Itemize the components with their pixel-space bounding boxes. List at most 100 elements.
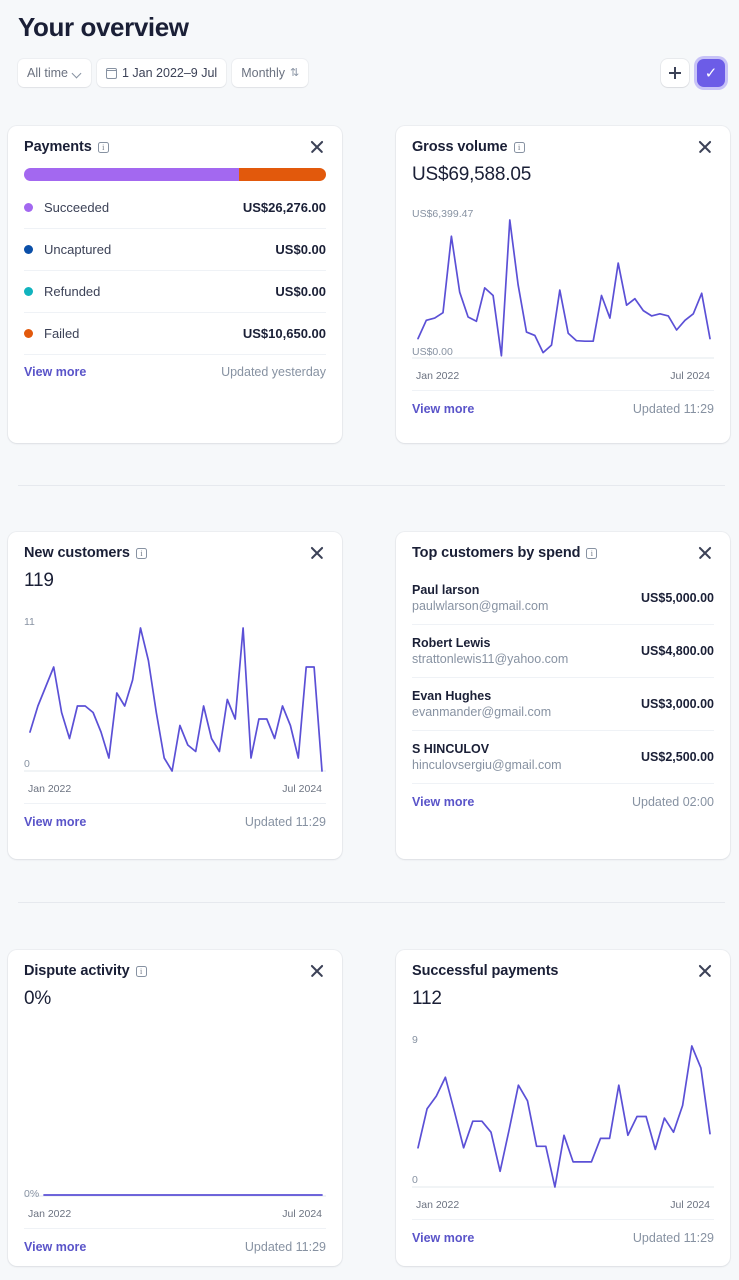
confirm-layout-button[interactable]: ✓ <box>697 59 725 87</box>
info-icon[interactable]: i <box>97 141 109 153</box>
status-dot-succeeded <box>24 203 33 212</box>
card-new-customers-title: New customers i <box>24 545 147 561</box>
x-axis-end-label: Jul 2024 <box>670 370 710 382</box>
card-top-customers-footer: View more Updated 02:00 <box>412 784 714 809</box>
card-top-customers-header: Top customers by spend i <box>412 545 714 562</box>
dashboard-page: Your overview All time 1 Jan 2022–9 Jul … <box>0 0 739 1280</box>
card-row-2: New customers i 119 11 0 Jan 2022 Jul 20… <box>8 532 731 859</box>
customer-email: strattonlewis11@yahoo.com <box>412 652 569 666</box>
close-icon[interactable] <box>308 544 326 562</box>
legend-left: Failed <box>24 326 79 341</box>
check-icon: ✓ <box>704 65 718 82</box>
customer-email: evanmander@gmail.com <box>412 705 552 719</box>
close-icon[interactable] <box>308 138 326 156</box>
card-gross-volume-title: Gross volume i <box>412 139 525 155</box>
legend-amount: US$0.00 <box>275 284 326 299</box>
list-item[interactable]: Evan Hughes evanmander@gmail.com US$3,00… <box>412 678 714 731</box>
customer-name: Robert Lewis <box>412 636 491 650</box>
status-dot-refunded <box>24 287 33 296</box>
gross-volume-sparkline <box>412 219 714 359</box>
card-dispute-activity: Dispute activity i 0% 0% Jan 2022 Jul 20… <box>8 950 342 1266</box>
dispute-activity-sparkline <box>24 1194 326 1197</box>
card-new-customers-header: New customers i <box>24 545 326 562</box>
y-axis-max-label: 11 <box>24 616 35 628</box>
list-item[interactable]: Paul larson paulwlarson@gmail.com US$5,0… <box>412 572 714 625</box>
x-axis-start-label: Jan 2022 <box>416 1199 460 1211</box>
customer-info: Evan Hughes evanmander@gmail.com <box>412 689 551 719</box>
view-more-link[interactable]: View more <box>24 1240 86 1254</box>
info-icon[interactable]: i <box>513 141 525 153</box>
successful-payments-chart: 9 0 Jan 2022 Jul 2024 <box>412 1034 714 1211</box>
gross-volume-value: US$69,588.05 <box>412 164 532 185</box>
toolbar: All time 1 Jan 2022–9 Jul Monthly ⇅ ✓ <box>18 59 725 89</box>
legend-amount: US$10,650.00 <box>242 326 326 341</box>
card-row-1: Payments i Succeeded US$26,276.00 Uncapt… <box>8 126 731 443</box>
x-axis-end-label: Jul 2024 <box>670 1199 710 1211</box>
section-divider <box>18 902 725 903</box>
updated-label: Updated 11:29 <box>244 1240 326 1254</box>
customer-name: Paul larson <box>412 583 480 597</box>
legend-row[interactable]: Succeeded US$26,276.00 <box>24 187 326 229</box>
info-icon[interactable]: i <box>135 547 147 559</box>
info-icon[interactable]: i <box>135 965 147 977</box>
card-top-customers: Top customers by spend i Paul larson pau… <box>396 532 730 859</box>
close-icon[interactable] <box>308 962 326 980</box>
legend-left: Uncaptured <box>24 242 111 257</box>
legend-label: Refunded <box>44 284 101 299</box>
list-item[interactable]: S HINCULOV hinculovsergiu@gmail.com US$2… <box>412 731 714 784</box>
filter-all-time[interactable]: All time <box>18 59 91 87</box>
payments-legend: Succeeded US$26,276.00 Uncaptured US$0.0… <box>24 187 326 355</box>
card-payments-title-text: Payments <box>24 139 92 155</box>
toolbar-actions: ✓ <box>661 59 725 87</box>
close-icon[interactable] <box>696 138 714 156</box>
view-more-link[interactable]: View more <box>412 795 474 809</box>
legend-row[interactable]: Uncaptured US$0.00 <box>24 229 326 271</box>
close-icon[interactable] <box>696 544 714 562</box>
view-more-link[interactable]: View more <box>24 365 86 379</box>
customer-info: Robert Lewis strattonlewis11@yahoo.com <box>412 636 568 666</box>
y-axis-min-label: 0 <box>412 1174 418 1186</box>
customer-info: S HINCULOV hinculovsergiu@gmail.com <box>412 742 562 772</box>
list-item[interactable]: Robert Lewis strattonlewis11@yahoo.com U… <box>412 625 714 678</box>
card-successful-payments-title: Successful payments <box>412 963 558 979</box>
legend-amount: US$0.00 <box>275 242 326 257</box>
info-icon[interactable]: i <box>586 547 598 559</box>
calendar-icon <box>105 67 118 79</box>
status-dot-failed <box>24 329 33 338</box>
y-axis-max-label: 9 <box>412 1034 418 1046</box>
chevron-updown-icon: ⇅ <box>289 66 300 79</box>
customer-email: hinculovsergiu@gmail.com <box>412 758 562 772</box>
card-payments: Payments i Succeeded US$26,276.00 Uncapt… <box>8 126 342 443</box>
view-more-link[interactable]: View more <box>412 1231 474 1245</box>
card-new-customers-footer: View more Updated 11:29 <box>24 803 326 829</box>
x-axis-labels: Jan 2022 Jul 2024 <box>24 1208 326 1220</box>
filter-date-range[interactable]: 1 Jan 2022–9 Jul <box>96 59 227 87</box>
close-icon[interactable] <box>696 962 714 980</box>
legend-left: Succeeded <box>24 200 109 215</box>
legend-row[interactable]: Refunded US$0.00 <box>24 271 326 313</box>
x-axis-start-label: Jan 2022 <box>416 370 460 382</box>
view-more-link[interactable]: View more <box>412 402 474 416</box>
card-row-3: Dispute activity i 0% 0% Jan 2022 Jul 20… <box>8 950 731 1266</box>
filter-interval[interactable]: Monthly ⇅ <box>232 59 309 87</box>
page-title: Your overview <box>18 12 189 42</box>
payments-progress-bar <box>24 168 326 181</box>
add-widget-button[interactable] <box>661 59 689 87</box>
status-dot-uncaptured <box>24 245 33 254</box>
customer-name: Evan Hughes <box>412 689 492 703</box>
progress-segment-failed <box>239 168 326 181</box>
successful-payments-value: 112 <box>412 988 442 1009</box>
card-gross-volume-header: Gross volume i <box>412 139 714 156</box>
card-gross-volume: Gross volume i US$69,588.05 US$6,399.47 … <box>396 126 730 443</box>
card-gross-volume-footer: View more Updated 11:29 <box>412 390 714 416</box>
section-divider <box>18 485 725 486</box>
card-gross-volume-title-text: Gross volume <box>412 139 508 155</box>
legend-row[interactable]: Failed US$10,650.00 <box>24 313 326 355</box>
card-dispute-activity-title-text: Dispute activity <box>24 963 130 979</box>
y-axis-min-label: 0 <box>24 758 30 770</box>
view-more-link[interactable]: View more <box>24 815 86 829</box>
plus-icon <box>669 67 681 79</box>
updated-label: Updated 02:00 <box>631 795 714 809</box>
updated-label: Updated yesterday <box>221 365 326 379</box>
card-dispute-activity-title: Dispute activity i <box>24 963 147 979</box>
